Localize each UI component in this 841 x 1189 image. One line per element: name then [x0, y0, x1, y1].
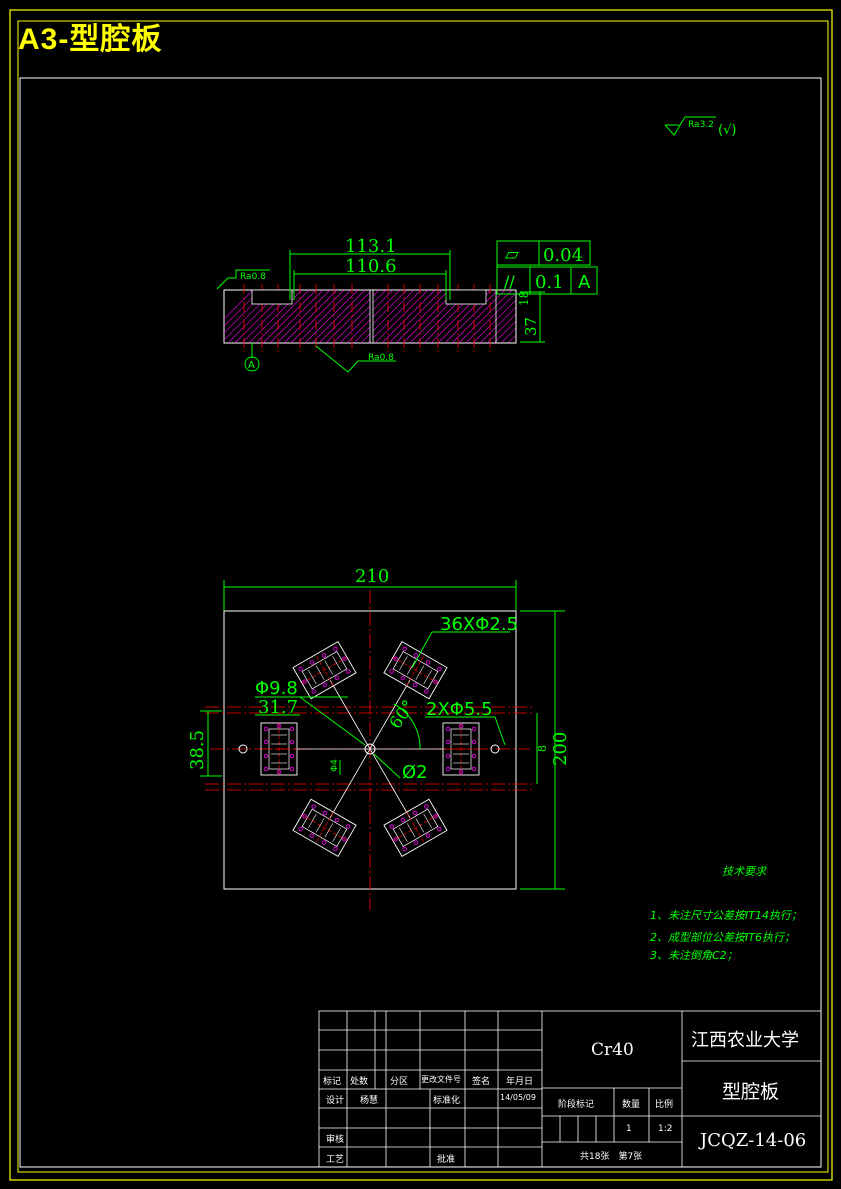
parallel-symbol: //: [504, 272, 515, 291]
hatch-line: [388, 290, 443, 343]
outer-frame: [9, 9, 833, 1181]
flatness-symbol: ▱: [505, 244, 519, 265]
section-view: ▱ 0.04 // 0.1 A 113.1 110.6 37 18 Ra0.8 …: [216, 236, 598, 373]
tb-review-label: 审核: [326, 1135, 345, 1145]
hatch-line: [381, 290, 436, 343]
hatch-line: [224, 290, 254, 320]
hatch-line: [360, 290, 415, 343]
tb-material: Cr40: [591, 1040, 634, 1060]
section-dim-lines: [216, 240, 598, 373]
dim-inner-length: 110.6: [345, 256, 397, 277]
dim-outer-length: 113.1: [345, 236, 397, 257]
cavity: [292, 640, 357, 700]
cavity: [383, 640, 448, 700]
dim-width: 210: [355, 566, 389, 587]
tb-approve-label: 批准: [437, 1155, 456, 1165]
tb-scale-label: 比例: [655, 1100, 674, 1110]
cavity: [292, 798, 357, 858]
plan-center-lines: [205, 590, 535, 910]
tb-sheets: 共18张 第7张: [580, 1152, 643, 1162]
dim-runner-4: Φ4: [330, 759, 340, 772]
hatch-line: [318, 290, 373, 343]
hatch-line: [297, 290, 352, 343]
tb-stage-label: 阶段标记: [558, 1100, 595, 1110]
tb-standard-label: 标准化: [433, 1096, 461, 1106]
bottom-roughness-text: Ra0.8: [368, 353, 394, 363]
dim-dia-2: Ø2: [402, 762, 428, 783]
dim-holes-small: 36XΦ2.5: [440, 614, 518, 635]
hatch-line: [290, 290, 345, 343]
general-roughness-suffix: (√): [718, 123, 736, 138]
plan-view: 210 200 36XΦ2.5 Φ9.8 31.7 2XΦ5.5 60° 38.…: [187, 566, 571, 910]
hatch-line: [346, 290, 401, 343]
tb-header-zone: 分区: [390, 1077, 409, 1087]
top-roughness-text: Ra0.8: [240, 272, 266, 282]
hatch-line: [339, 290, 394, 343]
inner-frame: [17, 20, 829, 1173]
tb-process-label: 工艺: [326, 1155, 345, 1165]
tech-req-item-2: 2、成型部位公差按IT6执行；: [650, 931, 795, 944]
sheet-title: A3-型腔板: [18, 23, 163, 56]
dim-holes-large: 2XΦ5.5: [426, 699, 493, 720]
tb-header-date: 年月日: [506, 1077, 534, 1087]
tb-drawing-no: JCQZ-14-06: [700, 1130, 807, 1151]
dim-height: 200: [550, 732, 571, 766]
tb-header-sign: 签名: [472, 1077, 491, 1087]
flatness-value: 0.04: [543, 245, 583, 266]
dim-angle: 60°: [386, 697, 420, 733]
dim-31-7: 31.7: [258, 697, 298, 718]
tb-header-docno: 更改文件号: [421, 1075, 461, 1084]
general-roughness-text: Ra3.2: [688, 120, 714, 130]
drawing-border: [19, 77, 822, 1168]
datum-a-label: A: [248, 360, 255, 371]
drawing-sheet: Ra3.2 (√) ▱ 0.04 // 0.1 A 113.1 110.6 37…: [9, 9, 833, 1181]
tech-req-item-1: 1、未注尺寸公差按IT14执行；: [650, 909, 802, 922]
hatch-line: [332, 290, 387, 343]
tb-qty-label: 数量: [622, 1100, 641, 1110]
parallel-datum: A: [578, 272, 591, 293]
dim-thickness-b: 18: [517, 291, 531, 306]
dim-8: 8: [536, 745, 549, 752]
hatch-line: [367, 290, 422, 343]
tb-design-label: 设计: [326, 1096, 345, 1106]
parallel-value: 0.1: [535, 272, 564, 293]
tb-designer-name: 杨慧: [360, 1096, 379, 1106]
tech-req-item-3: 3、未注倒角C2；: [650, 949, 738, 962]
tb-header-mark: 标记: [323, 1077, 342, 1087]
tb-header-count: 处数: [350, 1077, 369, 1087]
hatch-line: [536, 290, 589, 343]
hatch-line: [311, 290, 366, 343]
dim-hole-9-8: Φ9.8: [255, 678, 298, 699]
tb-qty-value: 1: [626, 1124, 632, 1134]
hatch-line: [304, 290, 359, 343]
tech-req-heading: 技术要求: [722, 865, 766, 878]
tb-part-name: 型腔板: [722, 1081, 780, 1103]
cavity: [260, 722, 298, 776]
dim-thickness-a: 37: [522, 317, 540, 336]
tb-scale-value: 1:2: [658, 1124, 673, 1134]
tb-school: 江西农业大学: [691, 1030, 799, 1051]
cavity: [383, 798, 448, 858]
hatch-line: [353, 290, 408, 343]
tb-design-date: 14/05/09: [500, 1093, 536, 1102]
dim-38-5: 38.5: [187, 730, 208, 770]
